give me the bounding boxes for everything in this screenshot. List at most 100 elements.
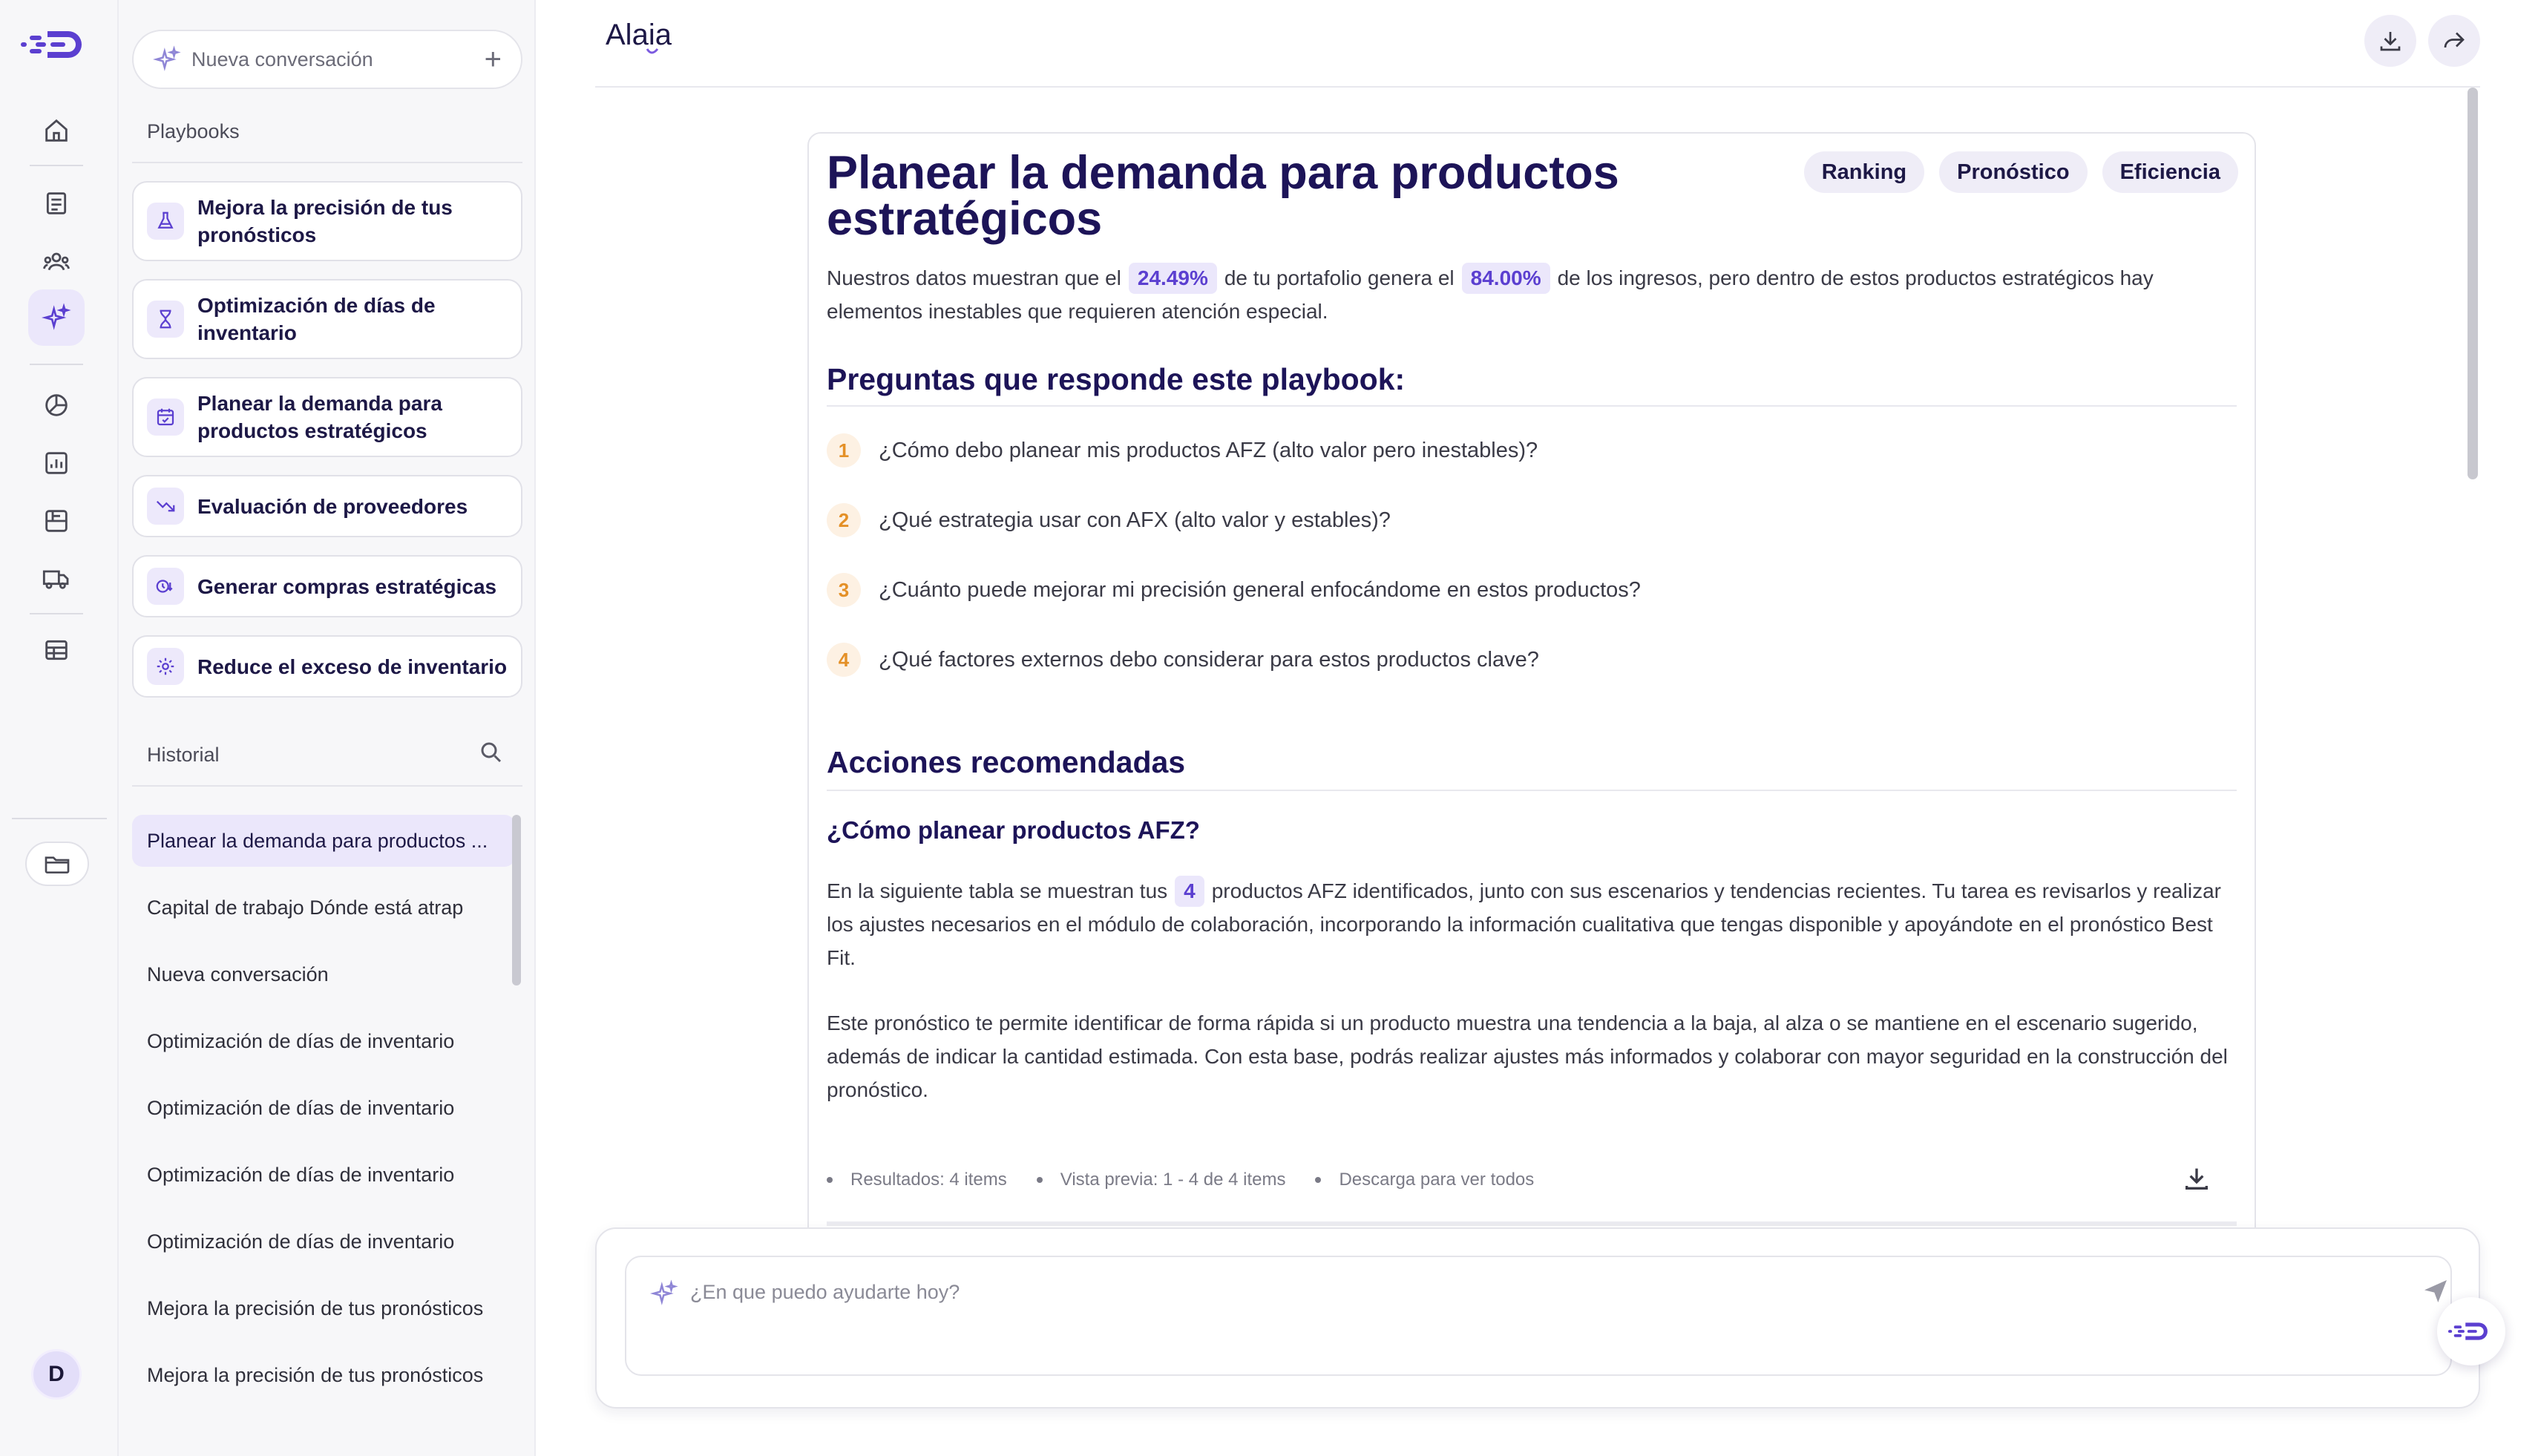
playbook-label: Generar compras estratégicas (197, 574, 497, 598)
table-icon (45, 640, 68, 660)
playbook-item[interactable]: Mejora la precisión de tus pronósticos (132, 181, 522, 261)
question-number: 1 (827, 433, 861, 468)
history-item[interactable]: Nueva conversación (132, 948, 515, 1000)
questions-title: Preguntas que responde este playbook: (827, 362, 1406, 396)
question-item: 2 ¿Qué estrategia usar con AFX (alto val… (827, 503, 1391, 537)
send-icon[interactable] (2421, 1276, 2450, 1306)
nav-tables[interactable] (28, 622, 85, 678)
question-number: 4 (827, 643, 861, 677)
nav-catalog[interactable] (28, 493, 85, 549)
playbook-item[interactable]: Reduce el exceso de inventario (132, 635, 522, 698)
playbook-item[interactable]: Evaluación de proveedores (132, 475, 522, 537)
highlight-value: 24.49% (1128, 263, 1217, 294)
playbook-label: Evaluación de proveedores (197, 494, 468, 518)
download-button[interactable] (2364, 15, 2416, 67)
share-button[interactable] (2428, 15, 2480, 67)
folder-icon (45, 856, 70, 873)
paragraph: Este pronóstico te permite identificar d… (827, 1011, 2228, 1101)
question-number: 3 (827, 573, 861, 607)
nav-users[interactable] (28, 233, 85, 289)
playbook-label: Planear la demanda para productos estrat… (197, 392, 442, 442)
nav-assistant[interactable] (28, 289, 85, 346)
new-conversation-button[interactable]: Nueva conversación + (132, 30, 522, 89)
question-item: 1 ¿Cómo debo planear mis productos AFZ (… (827, 433, 1538, 468)
nav-analytics[interactable] (28, 377, 85, 433)
intro-text: de tu portafolio genera el (1224, 266, 1455, 289)
document-icon (46, 192, 67, 214)
main-scrollbar[interactable] (2468, 88, 2478, 479)
trend-down-icon (147, 488, 184, 525)
question-text: ¿Qué estrategia usar con AFX (alto valor… (879, 508, 1391, 532)
playbooks-title: Playbooks (147, 120, 240, 142)
playbook-label: Optimización de días de inventario (197, 294, 436, 344)
alaia-logo-text: Alaia (606, 19, 672, 51)
results-download-hint: Descarga para ver todos (1315, 1170, 1534, 1190)
download-icon[interactable] (2182, 1164, 2211, 1193)
home-icon (45, 119, 68, 142)
intro-paragraph: Nuestros datos muestran que el 24.49% de t… (827, 261, 2237, 328)
tag-list: Ranking Pronóstico Eficiencia (1803, 151, 2238, 193)
chat-input-placeholder: ¿En que puedo ayudarte hoy? (690, 1281, 960, 1303)
nav-logistics[interactable] (28, 551, 85, 607)
nav-stats[interactable] (28, 435, 85, 491)
history-item[interactable]: Optimización de días de inventario (132, 1149, 515, 1201)
highlight-value: 4 (1175, 876, 1204, 907)
hourglass-icon (147, 301, 184, 338)
playbook-item[interactable]: Planear la demanda para productos estrat… (132, 377, 522, 457)
history-item[interactable]: Optimización de días de inventario (132, 1015, 515, 1067)
history-item[interactable]: Optimización de días de inventario (132, 1216, 515, 1268)
sparkles-icon (650, 1279, 678, 1305)
chart-pie-icon (45, 394, 68, 416)
icon-rail: D (0, 0, 119, 1456)
users-icon (42, 252, 70, 271)
plus-icon: + (484, 43, 502, 76)
playbook-item[interactable]: Generar compras estratégicas (132, 555, 522, 617)
question-text: ¿Cuánto puede mejorar mi precisión gener… (879, 577, 1641, 602)
tag-eficiencia[interactable]: Eficiencia (2102, 151, 2238, 193)
history-item[interactable]: Capital de trabajo Dónde está atrap (132, 882, 515, 934)
search-icon[interactable] (478, 739, 505, 766)
playbook-card: Planear la demanda para productos estrat… (807, 132, 2256, 1334)
brand-logo-icon[interactable] (21, 28, 92, 61)
folder-button[interactable] (25, 842, 89, 886)
history-item[interactable]: Mejora la precisión de tus pronósticos (132, 1349, 515, 1401)
highlight-value: 84.00% (1461, 263, 1550, 294)
nav-home[interactable] (28, 102, 85, 159)
paragraph-text: En la siguiente tabla se muestran tus (827, 879, 1168, 902)
page-title: Planear la demanda para productos estrat… (827, 147, 1619, 245)
assistant-fab[interactable] (2437, 1297, 2505, 1365)
chat-input[interactable]: ¿En que puedo ayudarte hoy? (625, 1256, 2452, 1376)
tag-ranking[interactable]: Ranking (1803, 151, 1925, 193)
results-preview: Vista previa: 1 - 4 de 4 items (1037, 1170, 1286, 1190)
playbook-label: Mejora la precisión de tus pronósticos (197, 196, 453, 246)
catalog-icon (45, 510, 68, 532)
history-item[interactable]: Optimización de días de inventario (132, 1082, 515, 1134)
sidebar: Nueva conversación + Playbooks Mejora la… (119, 0, 536, 1456)
gear-icon (147, 648, 184, 685)
avatar[interactable]: D (31, 1349, 82, 1400)
history-item[interactable]: Planear la demanda para productos ... (132, 815, 515, 867)
flask-icon (147, 203, 184, 240)
download-icon (2380, 32, 2401, 51)
calendar-check-icon (147, 399, 184, 436)
brand-logo-icon (2448, 1322, 2488, 1340)
share-icon (2444, 32, 2465, 48)
section-subtitle: ¿Cómo planear productos AFZ? (827, 816, 1200, 844)
playbook-item[interactable]: Optimización de días de inventario (132, 279, 522, 359)
nav-reports[interactable] (28, 175, 85, 232)
new-conversation-label: Nueva conversación (191, 47, 373, 70)
history-title: Historial (147, 744, 220, 766)
bar-chart-icon (45, 452, 68, 474)
sparkles-icon (42, 303, 71, 330)
history-scrollbar[interactable] (512, 815, 521, 986)
results-bar: Resultados: 4 items Vista previa: 1 - 4 … (827, 1158, 2237, 1202)
tag-pronostico[interactable]: Pronóstico (1939, 151, 2088, 193)
question-item: 4 ¿Qué factores externos debo considerar… (827, 643, 1539, 677)
paragraph: En la siguiente tabla se muestran tus 4 pr… (827, 874, 2237, 974)
alaia-logo: Alaia (606, 19, 672, 54)
history-item[interactable]: Mejora la precisión de tus pronósticos (132, 1282, 515, 1334)
question-text: ¿Qué factores externos debo considerar p… (879, 647, 1539, 672)
sparkles-icon (153, 45, 181, 71)
chat-composer: ¿En que puedo ayudarte hoy? (595, 1227, 2480, 1409)
question-text: ¿Cómo debo planear mis productos AFZ (al… (879, 438, 1538, 462)
